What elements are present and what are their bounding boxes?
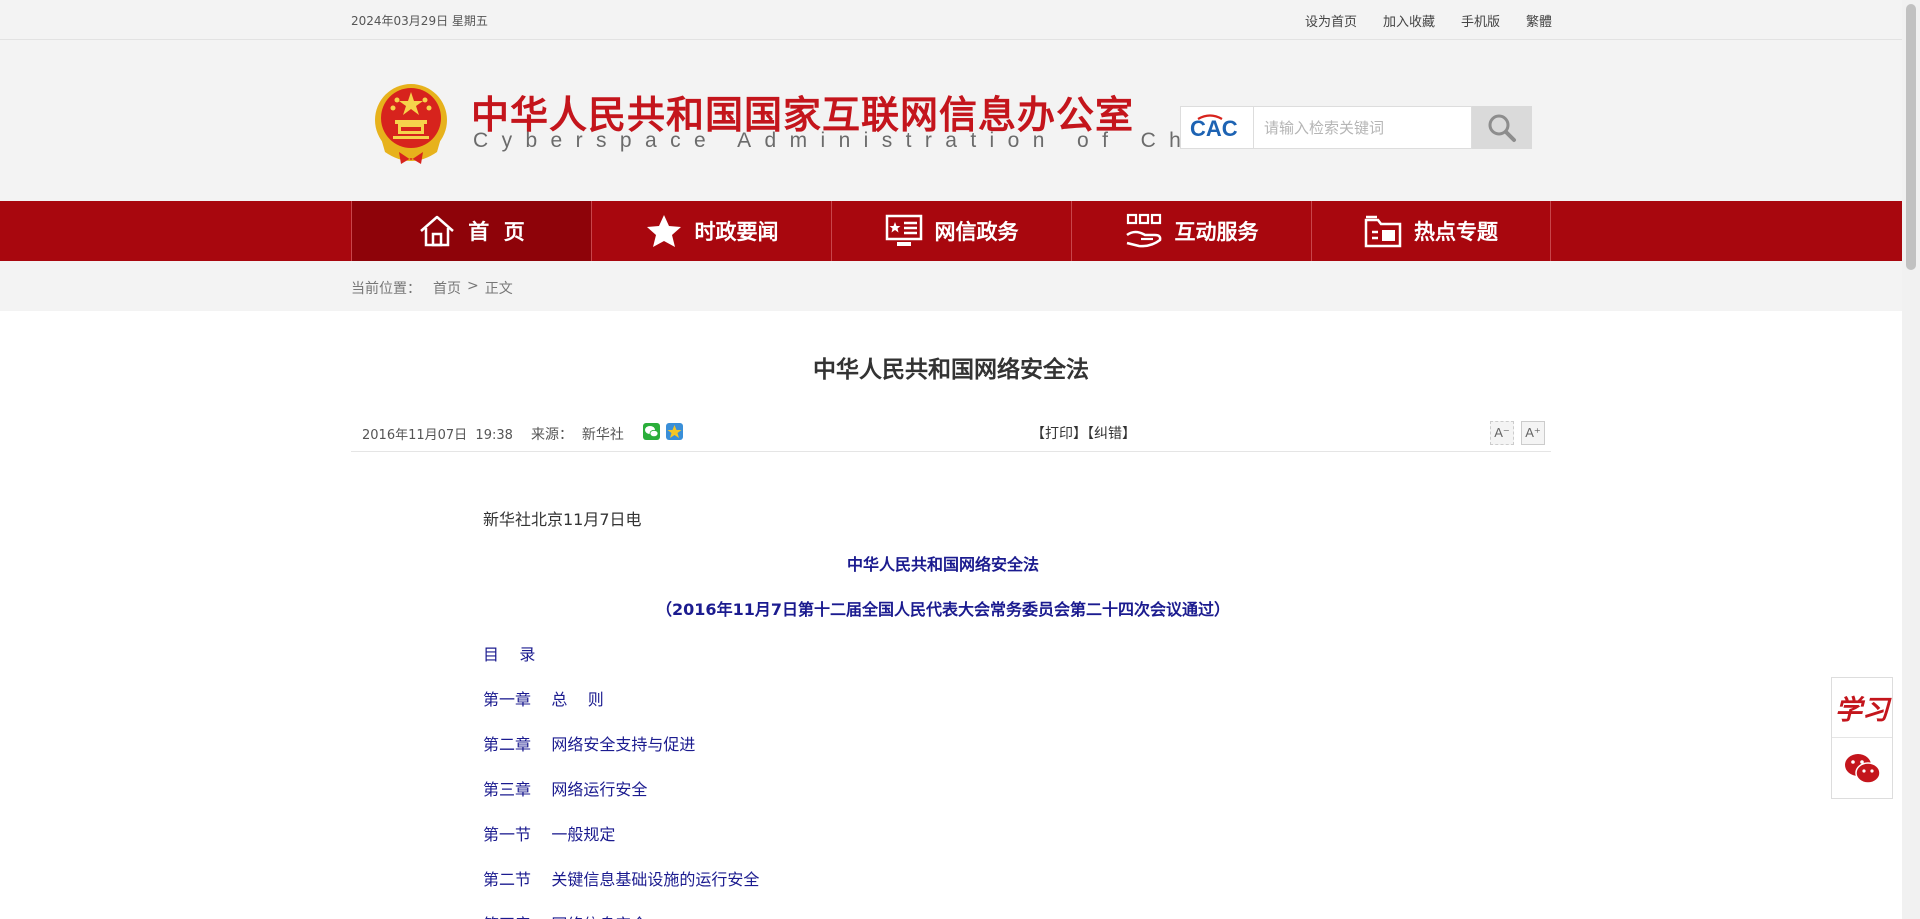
- nav-item-affairs[interactable]: 网信政务: [831, 201, 1071, 261]
- site-header: 中华人民共和国国家互联网信息办公室 Cyberspace Administrat…: [0, 40, 1902, 201]
- toc-item: 第一节 一般规定: [483, 825, 616, 844]
- folder-icon: [1364, 215, 1402, 248]
- font-increase-button[interactable]: A⁺: [1521, 421, 1545, 445]
- nav-item-topics[interactable]: 热点专题: [1311, 201, 1551, 261]
- add-favorite-link[interactable]: 加入收藏: [1383, 11, 1435, 30]
- wechat-share-icon[interactable]: [643, 423, 660, 440]
- wechat-icon: [1845, 753, 1881, 784]
- correct-link[interactable]: 【纠错】: [1087, 426, 1136, 442]
- law-subtitle: （2016年11月7日第十二届全国人民代表大会常务委员会第二十四次会议通过）: [656, 600, 1230, 619]
- nav-item-label: 热点专题: [1414, 220, 1498, 244]
- set-homepage-link[interactable]: 设为首页: [1305, 11, 1357, 30]
- print-link[interactable]: 【打印】: [1031, 426, 1087, 442]
- search-icon: [1488, 114, 1516, 142]
- nav-item-news[interactable]: 时政要闻: [591, 201, 831, 261]
- xuexi-button[interactable]: 学习: [1832, 678, 1892, 738]
- article-body: 新华社北京11月7日电 中华人民共和国网络安全法 （2016年11月7日第十二届…: [483, 505, 1403, 919]
- toc-item: 第四章 网络信息安全: [483, 910, 1403, 919]
- search-box: CAC: [1180, 106, 1532, 149]
- home-icon: [420, 215, 455, 247]
- nav-item-home[interactable]: 首 页: [351, 201, 591, 261]
- breadcrumb-current: 正文: [484, 281, 513, 297]
- breadcrumb-label: 当前位置：: [351, 281, 421, 297]
- cac-logo-text: CAC: [1190, 116, 1238, 141]
- cac-logo-icon: CAC: [1190, 113, 1238, 141]
- mobile-version-link[interactable]: 手机版: [1461, 11, 1500, 30]
- current-date: 2024年03月29日 星期五: [351, 14, 488, 28]
- floating-side-widget: 学习: [1831, 677, 1893, 799]
- toc-item: 第二章 网络安全支持与促进: [483, 735, 696, 754]
- share-buttons: [643, 423, 683, 440]
- article-meta: 2016年11月07日 19:38 来源： 新华社 【打印】【纠错】 A⁻ A⁺: [351, 420, 1551, 452]
- publish-time: 2016年11月07日 19:38: [362, 428, 513, 443]
- nav-item-service[interactable]: 互动服务: [1071, 201, 1311, 261]
- qzone-share-icon[interactable]: [666, 423, 683, 440]
- monitor-icon: [885, 214, 922, 246]
- law-title: 中华人民共和国网络安全法: [846, 555, 1039, 574]
- toc-item: 第一章 总 则: [483, 690, 604, 709]
- article-actions: 【打印】【纠错】: [1031, 423, 1136, 443]
- breadcrumb-home-link[interactable]: 首页: [433, 278, 461, 298]
- top-links: 设为首页 加入收藏 手机版 繁體: [1305, 11, 1552, 30]
- article-lead: 新华社北京11月7日电: [483, 510, 642, 529]
- font-decrease-button[interactable]: A⁻: [1490, 421, 1514, 445]
- breadcrumb: 当前位置： 首页 > 正文: [351, 278, 513, 298]
- toc-item: 第三章 网络运行安全: [483, 780, 648, 799]
- scrollbar-thumb[interactable]: [1906, 4, 1916, 270]
- traditional-chinese-link[interactable]: 繁體: [1526, 11, 1552, 30]
- search-input[interactable]: [1253, 106, 1472, 149]
- cac-logo: CAC: [1180, 106, 1253, 149]
- nav-item-label: 互动服务: [1174, 220, 1259, 244]
- breadcrumb-bar: 当前位置： 首页 > 正文: [0, 261, 1902, 311]
- nav-item-label: 时政要闻: [694, 220, 779, 244]
- toc-item: 第二节 关键信息基础设施的运行安全: [483, 870, 760, 889]
- wechat-button[interactable]: [1832, 738, 1892, 799]
- article-title: 中华人民共和国网络安全法: [813, 357, 1089, 383]
- service-icon: [1125, 213, 1161, 248]
- nav-item-label: 首 页: [468, 220, 525, 244]
- breadcrumb-separator: >: [467, 278, 479, 294]
- article-source: 来源： 新华社: [531, 427, 624, 443]
- font-size-controls: A⁻ A⁺: [1490, 421, 1545, 445]
- nav-item-label: 网信政务: [934, 220, 1019, 244]
- top-bar: 2024年03月29日 星期五 设为首页 加入收藏 手机版 繁體: [0, 0, 1902, 40]
- page-scrollbar[interactable]: [1902, 0, 1920, 919]
- star-icon: [646, 215, 681, 247]
- toc-item: 目 录: [483, 645, 536, 664]
- main-nav: 首 页 时政要闻 网信政务 互动服务 热点专题: [351, 201, 1551, 261]
- national-emblem-icon[interactable]: [371, 80, 451, 166]
- site-english-title: Cyberspace Administration of China: [473, 129, 1263, 152]
- search-button[interactable]: [1472, 106, 1532, 149]
- main-nav-bar: 首 页 时政要闻 网信政务 互动服务 热点专题: [0, 201, 1902, 261]
